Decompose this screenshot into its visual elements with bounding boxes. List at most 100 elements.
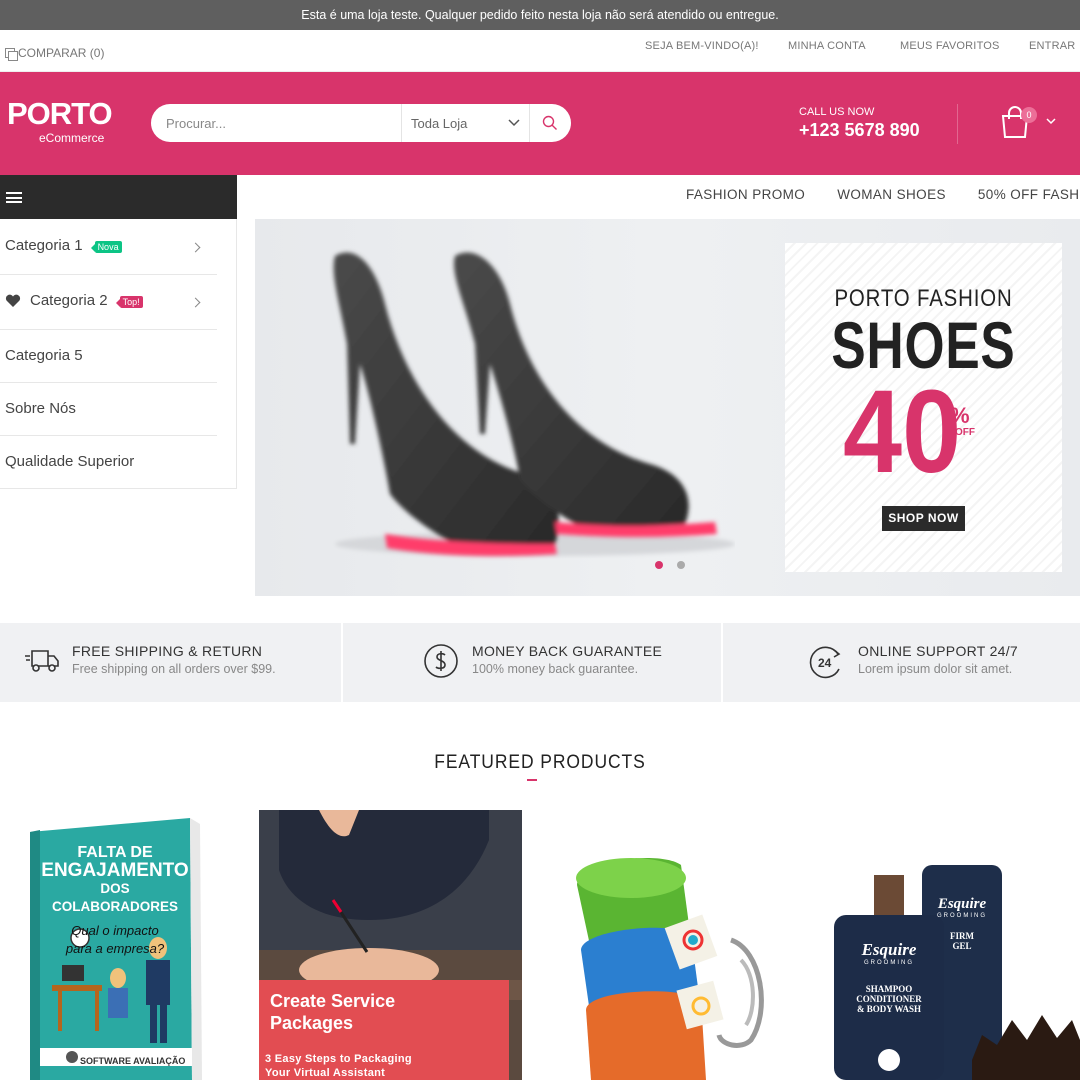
divider — [0, 382, 217, 383]
product-card-esquire[interactable]: Esquire GROOMING SHAMPOO CONDITIONER & B… — [822, 810, 1080, 1080]
compare-icon — [5, 48, 18, 61]
call-label: CALL US NOW — [799, 106, 875, 118]
book-footer: SOFTWARE AVALIAÇÃO — [80, 1056, 186, 1066]
main-nav: FASHION PROMO WOMAN SHOES 50% OFF FASHIO… — [686, 187, 1080, 202]
heading-underline — [527, 779, 537, 781]
divider — [721, 623, 723, 702]
cart-button[interactable]: 0 — [1000, 106, 1060, 142]
shampoo-name-line: SHAMPOO — [865, 984, 913, 994]
nav-item-50-off-fashion[interactable]: 50% OFF FASHION — [978, 187, 1080, 202]
support-24-icon: 24 — [809, 646, 841, 679]
logo-main-text: PORTO — [7, 96, 113, 131]
cart-count-badge: 0 — [1021, 107, 1037, 123]
info-title: ONLINE SUPPORT 24/7 — [858, 643, 1019, 659]
divider — [0, 329, 217, 330]
nav-item-woman-shoes[interactable]: WOMAN SHOES — [837, 187, 946, 202]
book-subtitle-line: Qual o impacto — [71, 923, 159, 938]
slider-dot-2[interactable] — [677, 561, 685, 569]
promo-discount-number: 40 — [843, 366, 962, 498]
my-account-link[interactable]: MINHA CONTA — [788, 40, 866, 52]
top-links-bar: COMPARAR (0) SEJA BEM-VINDO(A)! MINHA CO… — [0, 30, 1080, 72]
gel-name-line: GEL — [952, 941, 972, 951]
chevron-down-icon — [1046, 118, 1056, 125]
straps-image — [541, 810, 803, 1080]
truck-icon — [25, 650, 59, 672]
service-subtitle-line: Your Virtual Assistant — [265, 1067, 386, 1079]
info-subtitle: Lorem ipsum dolor sit amet. — [858, 662, 1013, 676]
shampoo-name-line: CONDITIONER — [856, 994, 922, 1004]
product-card-yoga-straps[interactable] — [541, 810, 803, 1080]
search-category-select[interactable]: Toda Loja — [401, 104, 530, 142]
info-title: MONEY BACK GUARANTEE — [472, 643, 663, 659]
nav-item-fashion-promo[interactable]: FASHION PROMO — [686, 187, 805, 202]
store-notice: Esta é uma loja teste. Qualquer pedido f… — [0, 0, 1080, 30]
service-subtitle-line: 3 Easy Steps to Packaging — [265, 1053, 412, 1065]
service-title-line: Create Service — [270, 991, 396, 1011]
info-title: FREE SHIPPING & RETURN — [72, 643, 263, 659]
book-subtitle-line: para a empresa? — [65, 941, 165, 956]
shop-now-button[interactable]: SHOP NOW — [882, 506, 965, 531]
sidebar-item-categoria-2[interactable]: Categoria 2 Top! — [5, 292, 222, 309]
service-title-line: Packages — [270, 1013, 354, 1033]
featured-products-heading: FEATURED PRODUCTS — [434, 752, 646, 773]
compare-label: COMPARAR (0) — [18, 46, 105, 60]
logo-sub-text: eCommerce — [39, 131, 105, 145]
divider — [341, 623, 343, 702]
welcome-text: SEJA BEM-VINDO(A)! — [645, 40, 759, 52]
search-category-value: Toda Loja — [411, 115, 468, 131]
promo-percent: % — [950, 403, 970, 428]
category-sidebar: Categoria 1 Nova Categoria 2 Top! Catego… — [0, 219, 237, 489]
search-icon — [542, 115, 557, 130]
sidebar-item-label: Categoria 2 — [30, 292, 108, 309]
info-bar: FREE SHIPPING & RETURN Free shipping on … — [0, 623, 1080, 702]
heart-icon — [5, 294, 21, 307]
product-card-book[interactable]: FALTA DE ENGAJAMENTO DOS COLABORADORES Q… — [0, 810, 240, 1080]
wishlist-link[interactable]: MEUS FAVORITOS — [900, 40, 1000, 52]
gel-name-line: FIRM — [950, 931, 974, 941]
info-subtitle: 100% money back guarantee. — [472, 662, 639, 676]
category-menu-toggle[interactable] — [0, 175, 237, 219]
info-item-support: ONLINE SUPPORT 24/7 Lorem ipsum dolor si… — [858, 643, 1018, 676]
sidebar-item-categoria-1[interactable]: Categoria 1 Nova — [5, 237, 222, 254]
gel-grooming: GROOMING — [937, 913, 987, 919]
sidebar-item-label: Categoria 1 — [5, 237, 83, 254]
new-badge: Nova — [90, 240, 122, 253]
header-divider — [957, 104, 958, 144]
svg-text:24: 24 — [818, 656, 832, 670]
login-link[interactable]: ENTRAR — [1029, 40, 1075, 52]
compare-link[interactable]: COMPARAR (0) — [5, 46, 105, 61]
info-item-money-back: MONEY BACK GUARANTEE 100% money back gua… — [472, 643, 662, 676]
book-title-line: ENGAJAMENTO — [41, 860, 189, 881]
product-card-service-packages[interactable]: Create Service Packages 3 Easy Steps to … — [259, 810, 522, 1080]
chevron-down-icon — [508, 119, 520, 127]
call-us: CALL US NOW +123 5678 890 — [799, 106, 920, 141]
gel-name: FIRM GEL — [922, 931, 1002, 951]
dollar-circle-icon — [424, 644, 458, 678]
gel-brand: Esquire — [937, 896, 987, 912]
sidebar-item-sobre-nos[interactable]: Sobre Nós — [5, 400, 222, 417]
service-title-card: Create Service Packages 3 Easy Steps to … — [259, 980, 509, 1080]
slider-dot-1[interactable] — [655, 561, 663, 569]
hero-banner[interactable]: PORTO FASHION SHOES 40 % OFF SHOP NOW — [255, 219, 1080, 596]
logo[interactable]: PORTO eCommerce — [7, 96, 113, 146]
book-title: FALTA DE ENGAJAMENTO DOS COLABORADORES Q… — [40, 844, 190, 958]
info-subtitle: Free shipping on all orders over $99. — [72, 662, 276, 676]
promo-off: OFF — [955, 427, 975, 438]
book-title-line: DOS COLABORADORES — [51, 881, 178, 914]
search-button[interactable] — [530, 104, 570, 142]
divider — [0, 274, 217, 275]
search-input[interactable] — [151, 104, 401, 142]
divider — [0, 435, 217, 436]
sidebar-item-label: Sobre Nós — [5, 400, 76, 417]
shampoo-name-line: & BODY WASH — [856, 1004, 921, 1014]
sidebar-item-label: Qualidade Superior — [5, 453, 135, 470]
shampoo-grooming: GROOMING — [864, 960, 914, 966]
gel-label: Esquire GROOMING FIRM GEL — [922, 896, 1002, 951]
hamburger-icon — [6, 192, 22, 203]
call-number[interactable]: +123 5678 890 — [799, 120, 920, 141]
sidebar-item-qualidade-superior[interactable]: Qualidade Superior — [5, 453, 222, 470]
shoes-image — [333, 252, 735, 556]
shampoo-label: Esquire GROOMING SHAMPOO CONDITIONER & B… — [834, 940, 944, 1014]
sidebar-item-categoria-5[interactable]: Categoria 5 — [5, 347, 222, 364]
promo-card: PORTO FASHION SHOES 40 % OFF SHOP NOW — [785, 243, 1062, 572]
